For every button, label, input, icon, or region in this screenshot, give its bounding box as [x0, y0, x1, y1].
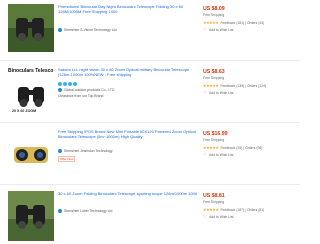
rating-3: ★★★★★ Feedback (25) | Orders (98) [203, 145, 263, 150]
store-icon [58, 28, 62, 32]
star-rating-icon: ★★★★★ [203, 20, 219, 25]
star-rating-icon: ★★★★★ [203, 83, 219, 88]
product-row-2[interactable]: Binoculars Telesco 20 X 60 ZOOM Sakura L… [0, 60, 300, 122]
shipping-2: Free Shipping [203, 76, 225, 80]
rating-2: ★★★★★ Feedback (139) | Orders (124) [203, 83, 267, 88]
product-row-1[interactable]: Promotions! Binocular Day Night Binocula… [0, 0, 300, 60]
heart-icon: ♡ [203, 214, 207, 219]
price-2: US $8.63 [203, 69, 225, 75]
shipping-3: Free Shipping [203, 138, 225, 142]
rating-1: ★★★★★ Feedback (181) | Orders (43) [203, 20, 265, 25]
add-to-wishlist-1[interactable]: ♡ Add to Wish List [203, 27, 234, 33]
product-title-4[interactable]: 30 x 60 Zoom Folding Binoculars Telescop… [58, 191, 198, 196]
star-rating-icon: ★★★★★ [203, 145, 219, 150]
store-name-4[interactable]: Shenzhen Lotier Technology Ltd [58, 209, 112, 213]
store-icon [58, 149, 62, 153]
rating-4: ★★★★★ Feedback (187) | Orders (81) [203, 207, 265, 212]
product-row-4[interactable]: 30 x 60 Zoom Folding Binoculars Telescop… [0, 184, 300, 244]
price-4: US $8.81 [203, 193, 225, 199]
add-to-wishlist-4[interactable]: ♡ Add to Wish List [203, 214, 234, 220]
price-3: US $16.99 [203, 131, 228, 137]
product-image-2[interactable]: Binoculars Telesco 20 X 60 ZOOM [8, 65, 54, 117]
shipping-1: Free Shipping [203, 13, 225, 17]
product-image-1[interactable] [8, 4, 54, 52]
product-image-3[interactable] [8, 129, 54, 179]
price-1: US $8.09 [203, 6, 225, 12]
store-icon [58, 88, 62, 92]
add-to-wishlist-3[interactable]: ♡ Add to Wish List [203, 152, 234, 158]
product-row-3[interactable]: Free Shipping !POS Brand New Mini Portab… [0, 122, 300, 184]
store-name-3[interactable]: Shenzhen Jinshidun Technology [58, 149, 113, 153]
star-rating-icon: ★★★★★ [203, 207, 219, 212]
heart-icon: ♡ [203, 27, 207, 32]
thumb-brand-text: Binoculars Telesco [8, 68, 54, 74]
binocular-image [8, 129, 54, 179]
promo-flag-2: Clearance from our Top Brand [58, 94, 104, 98]
add-to-wishlist-2[interactable]: ♡ Add to Wish List [203, 90, 234, 96]
binocular-image [8, 191, 54, 241]
product-image-4[interactable] [8, 191, 54, 241]
store-name-1[interactable]: Shenzhen S-Vision Technology Ltd [58, 28, 116, 32]
product-title-1[interactable]: Promotions! Binocular Day Night Binocula… [58, 4, 198, 14]
heart-icon: ♡ [203, 90, 207, 95]
thumb-badge-text: 20 X 60 ZOOM [12, 109, 37, 113]
binocular-image [8, 4, 54, 52]
product-title-3[interactable]: Free Shipping !POS Brand New Mini Portab… [58, 129, 198, 139]
store-icon [58, 209, 62, 213]
seller-badges [58, 82, 77, 86]
heart-icon: ♡ [203, 152, 207, 157]
shipping-4: Free Shipping [203, 200, 225, 204]
promo-flag-3: Offer Now [58, 156, 76, 162]
product-title-2[interactable]: Sakura LLL night vision 30 x 60 Zoom Opt… [58, 67, 198, 77]
store-name-2[interactable]: Global outdoor products Co., LTD [58, 88, 114, 92]
